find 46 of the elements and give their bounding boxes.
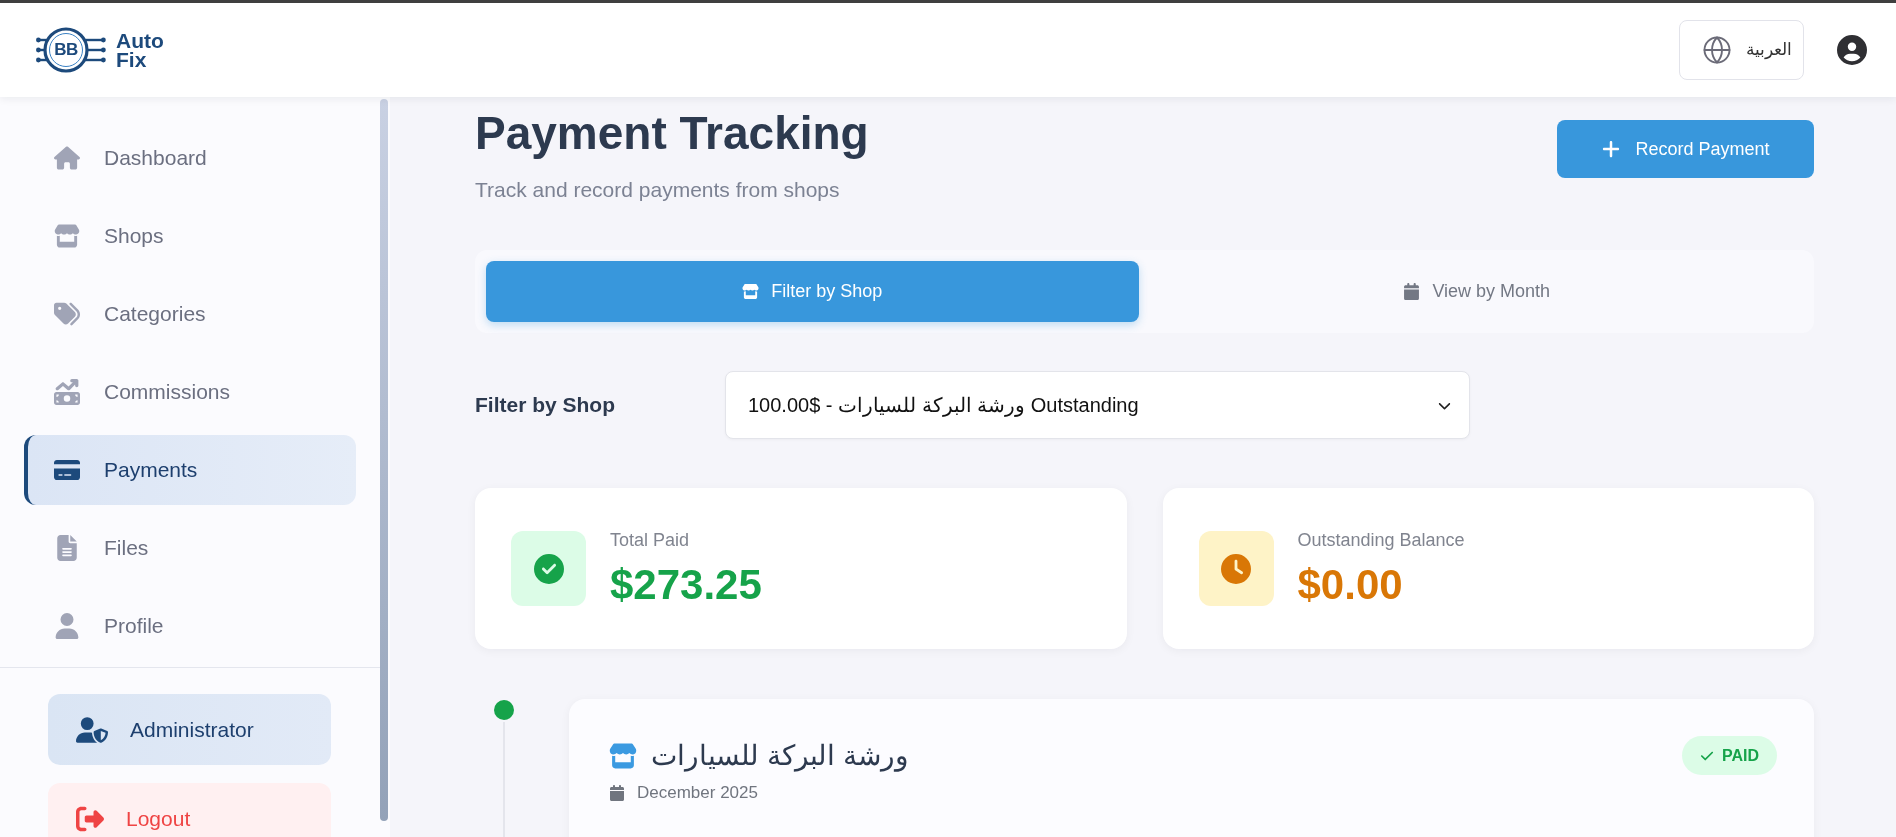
store-icon <box>609 742 637 770</box>
credit-card-icon <box>54 457 80 483</box>
sidebar-item[interactable]: Payments <box>24 435 356 505</box>
view-tab[interactable]: Filter by Shop <box>486 261 1139 322</box>
calendar-icon <box>609 784 625 801</box>
stat-label: Total Paid <box>610 528 691 551</box>
brand-name: Auto <box>116 31 164 50</box>
stat-value: $0.00 <box>1297 560 1404 609</box>
stat-value: $273.25 <box>610 560 762 609</box>
status-text: PAID <box>1721 745 1759 766</box>
sidebar-item[interactable]: Shops <box>24 201 356 271</box>
user-avatar-icon[interactable] <box>1837 35 1867 65</box>
store-icon <box>742 283 760 300</box>
globe-icon <box>1702 35 1732 65</box>
document-icon <box>54 535 80 561</box>
home-icon <box>54 145 80 171</box>
tags-icon <box>54 301 80 327</box>
money-chart-icon <box>54 379 80 405</box>
language-button[interactable]: العربية <box>1679 20 1804 80</box>
store-icon <box>54 223 80 249</box>
payment-month: December 2025 <box>637 782 758 804</box>
circuit-emblem-icon <box>36 27 106 73</box>
account-button[interactable]: Administrator <box>48 694 331 765</box>
calendar-icon <box>1403 283 1421 300</box>
brand-name: Fix <box>116 50 148 69</box>
page-title: Payment Tracking <box>475 106 869 161</box>
logo-monogram: BB <box>53 39 79 61</box>
shop-select[interactable]: 100.00$ - ورشة البركة للسيارات Outstanding <box>725 371 1470 439</box>
user-icon <box>54 613 80 639</box>
filter-label: Filter by Shop <box>475 392 616 419</box>
select-value: 100.00$ - ورشة البركة للسيارات Outstanding <box>748 393 1139 419</box>
clock-icon <box>1198 531 1274 606</box>
stat-label: Outstanding Balance <box>1297 528 1465 551</box>
logout-button[interactable]: Logout <box>48 783 331 837</box>
shop-name: ورشة البركة للسيارات <box>651 739 909 774</box>
scrollbar-thumb[interactable] <box>380 99 388 821</box>
sidebar-item[interactable]: Categories <box>24 279 356 349</box>
plus-icon <box>1601 139 1622 159</box>
logout-icon <box>76 804 104 833</box>
page-subtitle: Track and record payments from shops <box>475 177 841 203</box>
sidebar-item[interactable]: Files <box>24 513 356 583</box>
view-tab[interactable]: View by Month <box>1150 261 1803 322</box>
sidebar-item[interactable]: Dashboard <box>24 123 356 193</box>
sidebar-item[interactable]: Profile <box>24 591 356 661</box>
record-payment-button[interactable]: Record Payment <box>1557 120 1814 178</box>
sidebar-item[interactable]: Commissions <box>24 357 356 427</box>
